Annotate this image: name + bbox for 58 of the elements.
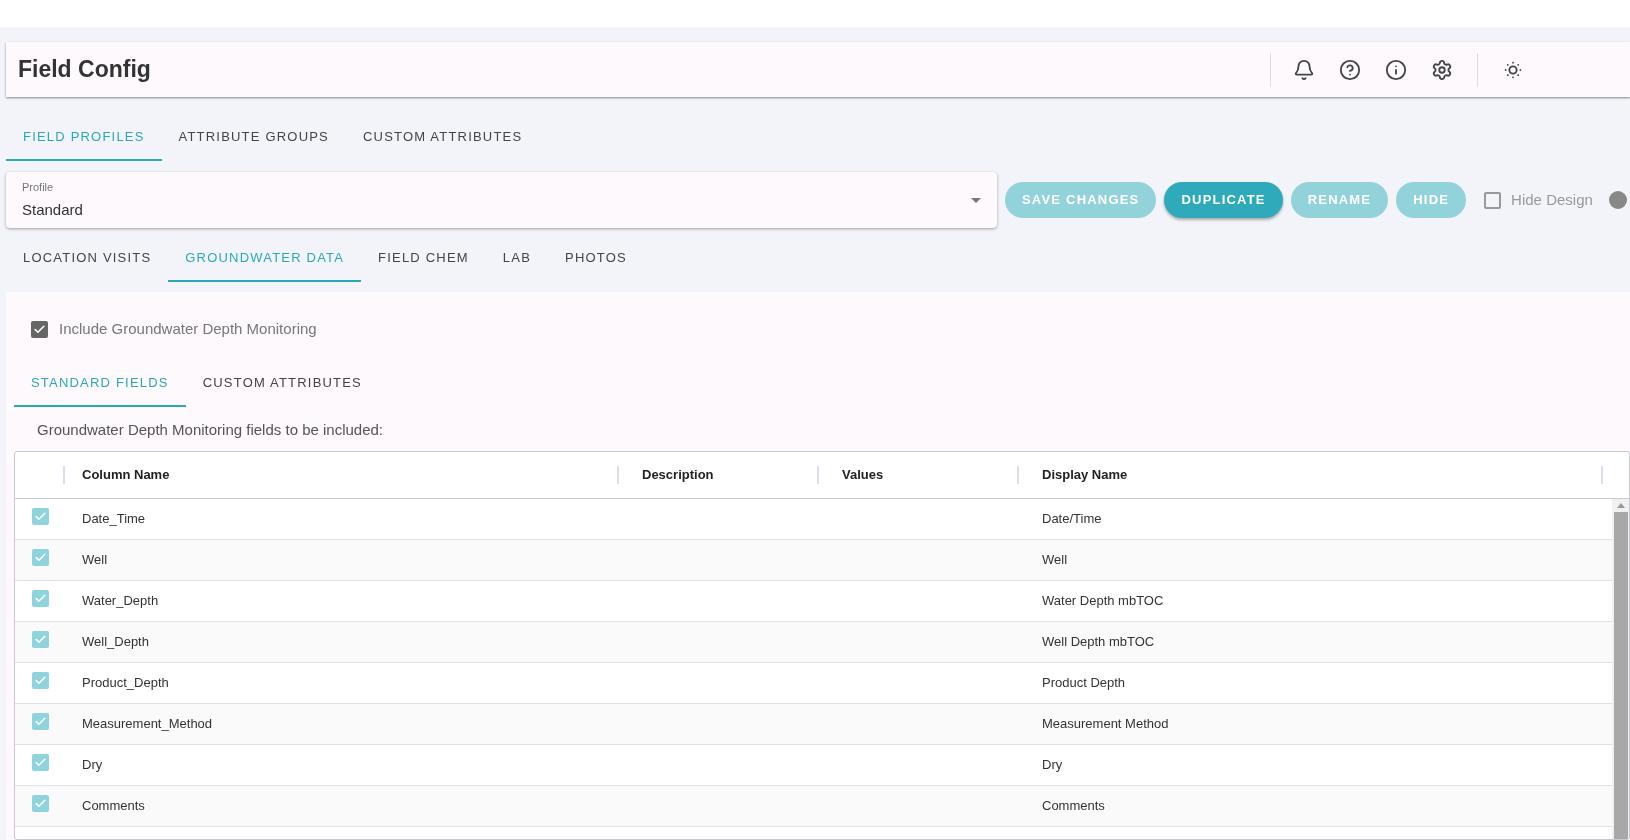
checkbox[interactable] [31,753,49,771]
table-cell-text: Well [1041,551,1069,570]
check-icon [33,796,47,810]
section-description: Groundwater Depth Monitoring fields to be included: [37,419,385,440]
table-cell-text: Well_Depth [81,633,150,652]
table-cell-text: Comments [81,797,146,816]
profile-select[interactable]: Profile Standard [6,172,997,228]
table-cell-text: Product_Depth [81,674,170,693]
table-cell-text: Water Depth mbTOC [1041,592,1165,611]
column-header[interactable]: Column Name [82,465,170,485]
checkbox-label: Hide Design [1511,189,1593,210]
table-cell-text: Measurement_Method [81,715,214,734]
tab[interactable]: PHOTOS [548,236,644,282]
checkbox[interactable] [31,589,49,607]
check-icon [33,550,47,564]
table-cell-text: Dry [81,756,104,775]
tab[interactable]: CUSTOM ATTRIBUTES [346,115,540,161]
settings-icon[interactable] [1431,58,1453,81]
checkbox[interactable] [31,630,49,648]
tab[interactable]: ATTRIBUTE GROUPS [161,115,346,161]
table-cell-text: Product Depth [1041,674,1127,693]
checkbox-label: Include Groundwater Depth Monitoring [59,319,317,339]
check-icon [33,322,46,336]
notifications-icon[interactable] [1293,58,1315,81]
dropdown-caret-icon [971,197,981,203]
table-cell-text: Water_Depth [81,592,160,611]
check-icon [33,591,47,605]
page-title: Field Config [18,55,152,85]
checkbox[interactable] [1484,191,1502,209]
table-cell-text: Well Depth mbTOC [1041,633,1156,652]
tab[interactable]: CUSTOM ATTRIBUTES [185,360,379,407]
table-cell-text: Dry [1041,756,1064,775]
table-cell-text: Comments [1041,797,1106,816]
table-cell-text: Measurement Method [1041,715,1170,734]
tab[interactable]: FIELD CHEM [361,236,486,282]
checkbox[interactable] [31,712,49,730]
field-label: Profile [22,180,55,195]
table-cell-text: Well [81,551,109,570]
tab[interactable]: LOCATION VISITS [6,236,169,282]
scrollbar[interactable] [1612,499,1629,839]
checkbox[interactable] [31,548,49,566]
check-icon [33,632,47,646]
checkbox[interactable] [31,320,48,338]
field-value: Standard [22,199,84,220]
check-icon [33,509,47,523]
column-header[interactable]: Display Name [1042,465,1128,485]
table-cell-text: Date_Time [81,510,147,529]
check-icon [33,755,47,769]
checkbox[interactable] [31,507,49,525]
check-icon [33,673,47,687]
column-header[interactable]: Values [842,465,884,485]
checkbox[interactable] [31,671,49,689]
help-icon[interactable] [1339,58,1361,81]
column-header[interactable]: Description [642,465,714,485]
checkbox[interactable] [31,794,49,812]
table-cell-text: Date/Time [1041,510,1103,529]
check-icon [33,714,47,728]
tab[interactable]: LAB [485,236,548,282]
